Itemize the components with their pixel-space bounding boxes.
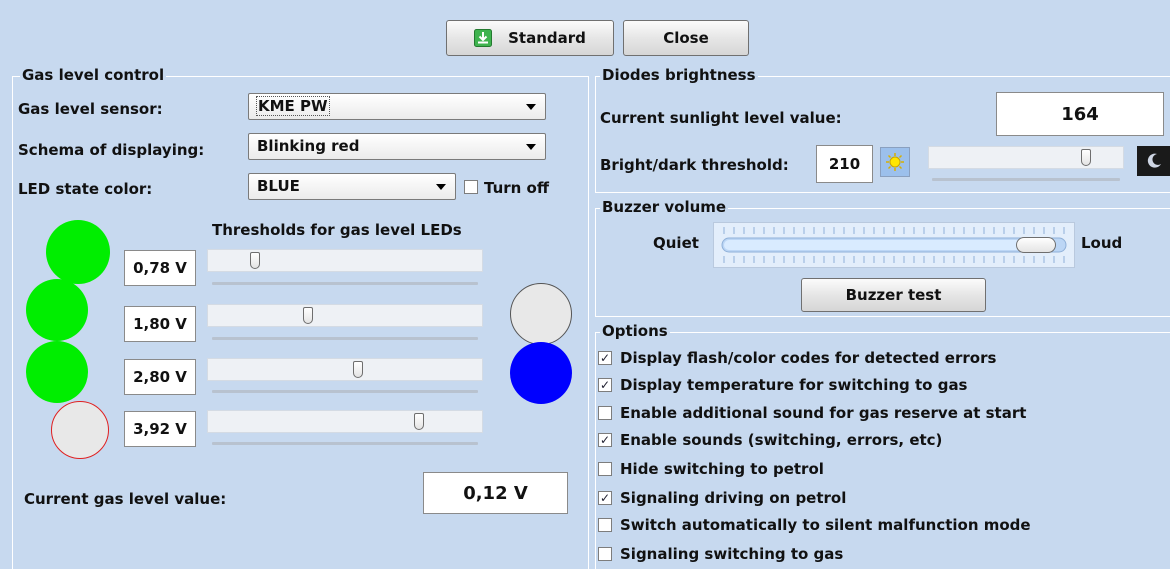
led-color-label: LED state color:	[18, 180, 153, 198]
close-button[interactable]: Close	[623, 20, 749, 56]
current-gas-label: Current gas level value:	[24, 490, 227, 508]
standard-button-label: Standard	[508, 29, 586, 47]
threshold-value: 210	[816, 145, 873, 183]
chevron-down-icon	[526, 104, 536, 110]
led-green-1	[46, 220, 110, 284]
close-button-label: Close	[663, 29, 709, 47]
bright-dark-threshold-label: Bright/dark threshold:	[600, 156, 789, 174]
option-label: Switch automatically to silent malfuncti…	[620, 516, 1031, 534]
buzzer-test-label: Buzzer test	[845, 286, 942, 304]
standard-button[interactable]: Standard	[446, 20, 614, 56]
option-label: Display temperature for switching to gas	[620, 376, 968, 394]
option-checkbox[interactable]	[598, 518, 612, 532]
brightness-threshold-slider[interactable]	[928, 146, 1124, 169]
option-checkbox[interactable]: ✓	[598, 433, 612, 447]
buzzer-test-button[interactable]: Buzzer test	[801, 278, 986, 312]
moon-icon	[1137, 146, 1170, 176]
option-label: Display flash/color codes for detected e…	[620, 349, 997, 367]
threshold-slider-4[interactable]	[207, 410, 483, 433]
threshold-slider-3[interactable]	[207, 358, 483, 381]
options-legend: Options	[600, 322, 670, 340]
option-label: Enable additional sound for gas reserve …	[620, 404, 1027, 422]
schema-value: Blinking red	[257, 137, 360, 155]
threshold-slider-4-handle[interactable]	[414, 413, 425, 430]
led-state-blue	[510, 342, 572, 404]
threshold-value-2: 1,80 V	[124, 306, 196, 342]
threshold-slider-3-handle[interactable]	[353, 361, 364, 378]
turn-off-checkbox[interactable]	[464, 180, 478, 194]
option-row[interactable]: ✓ Enable sounds (switching, errors, etc)	[598, 429, 942, 451]
threshold-value-1: 0,78 V	[124, 250, 196, 286]
threshold-slider-2[interactable]	[207, 304, 483, 327]
sunlight-label: Current sunlight level value:	[600, 109, 842, 127]
led-reserve	[51, 401, 109, 459]
buzzer-volume-slider[interactable]	[713, 222, 1075, 268]
option-label: Enable sounds (switching, errors, etc)	[620, 431, 943, 449]
option-row[interactable]: Enable additional sound for gas reserve …	[598, 402, 1026, 424]
turn-off-label: Turn off	[484, 179, 550, 197]
diodes-brightness-legend: Diodes brightness	[600, 66, 758, 84]
brightness-threshold-handle[interactable]	[1081, 149, 1092, 166]
option-row[interactable]: ✓ Display temperature for switching to ga…	[598, 374, 968, 396]
led-green-2	[26, 279, 88, 341]
gas-sensor-select[interactable]: KME PW	[248, 93, 546, 120]
option-checkbox[interactable]	[598, 462, 612, 476]
gas-sensor-label: Gas level sensor:	[18, 100, 163, 118]
quiet-label: Quiet	[653, 234, 699, 252]
option-checkbox[interactable]: ✓	[598, 378, 612, 392]
option-checkbox[interactable]: ✓	[598, 351, 612, 365]
option-row[interactable]: ✓ Signaling driving on petrol	[598, 487, 846, 509]
thresholds-title: Thresholds for gas level LEDs	[212, 221, 462, 239]
download-arrow-icon	[474, 29, 493, 47]
option-row[interactable]: Switch automatically to silent malfuncti…	[598, 514, 1031, 536]
schema-label: Schema of displaying:	[18, 141, 205, 159]
threshold-value-4: 3,92 V	[124, 411, 196, 447]
threshold-value-3: 2,80 V	[124, 359, 196, 395]
sunlight-value: 164	[996, 92, 1164, 136]
gas-sensor-value: KME PW	[256, 96, 330, 116]
option-label: Signaling driving on petrol	[620, 489, 847, 507]
led-state-off	[510, 283, 572, 345]
led-color-value: BLUE	[257, 177, 300, 195]
option-checkbox[interactable]: ✓	[598, 491, 612, 505]
option-label: Signaling switching to gas	[620, 545, 844, 563]
threshold-slider-1[interactable]	[207, 249, 483, 272]
option-checkbox[interactable]	[598, 547, 612, 561]
chevron-down-icon	[526, 144, 536, 150]
threshold-slider-2-handle[interactable]	[302, 307, 313, 324]
sun-icon	[880, 147, 910, 177]
chevron-down-icon	[436, 184, 446, 190]
schema-select[interactable]: Blinking red	[248, 133, 546, 160]
buzzer-volume-legend: Buzzer volume	[600, 198, 729, 216]
led-color-select[interactable]: BLUE	[248, 173, 456, 200]
led-green-3	[26, 341, 88, 403]
gas-level-control-legend: Gas level control	[20, 66, 167, 84]
option-row[interactable]: ✓ Display flash/color codes for detected …	[598, 347, 996, 369]
loud-label: Loud	[1081, 234, 1123, 252]
option-row[interactable]: Signaling switching to gas	[598, 543, 843, 565]
option-checkbox[interactable]	[598, 406, 612, 420]
threshold-slider-1-handle[interactable]	[249, 252, 260, 269]
option-label: Hide switching to petrol	[620, 460, 824, 478]
current-gas-value: 0,12 V	[423, 472, 568, 514]
option-row[interactable]: Hide switching to petrol	[598, 458, 824, 480]
buzzer-volume-handle[interactable]	[1016, 237, 1057, 253]
